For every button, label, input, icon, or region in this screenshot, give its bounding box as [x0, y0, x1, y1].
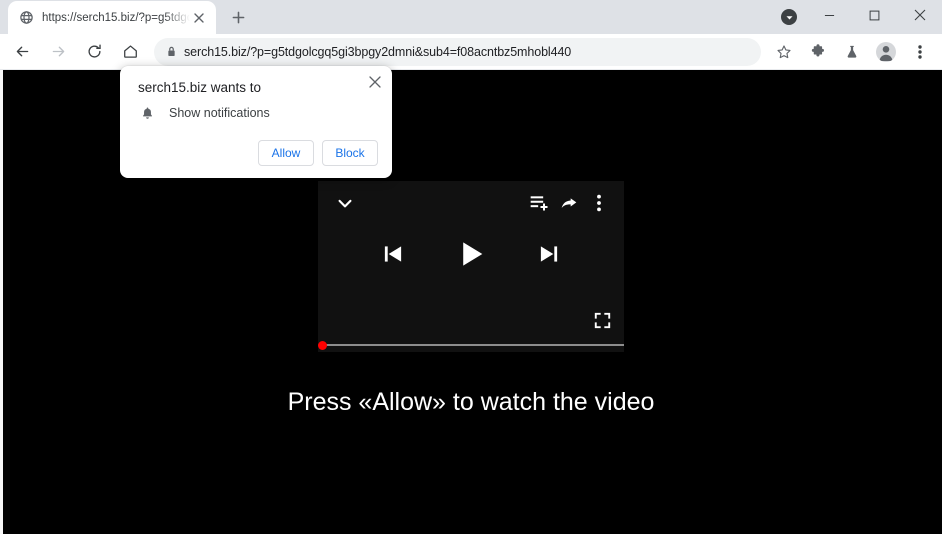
progress-thumb[interactable] — [318, 340, 327, 350]
three-dot-menu-icon[interactable] — [584, 188, 614, 218]
dialog-actions: Allow Block — [258, 140, 378, 166]
back-arrow-icon[interactable] — [8, 38, 36, 66]
video-player[interactable] — [318, 181, 624, 352]
browser-window: https://serch15.biz/?p=g5tdgolc serch15.… — [0, 0, 942, 534]
flask-icon[interactable] — [838, 38, 866, 66]
window-controls — [807, 0, 942, 34]
new-tab-button[interactable] — [224, 3, 252, 31]
reload-icon[interactable] — [80, 38, 108, 66]
notification-permission-dialog: serch15.biz wants to Show notifications … — [120, 66, 392, 178]
forward-arrow-icon — [44, 38, 72, 66]
page-left-edge — [0, 70, 3, 534]
skip-previous-icon[interactable] — [380, 241, 406, 267]
play-icon[interactable] — [454, 237, 488, 271]
progress-track[interactable] — [322, 344, 624, 346]
player-controls — [318, 237, 624, 271]
dialog-title: serch15.biz wants to — [138, 80, 262, 95]
allow-button[interactable]: Allow — [258, 140, 314, 166]
bell-icon — [138, 104, 156, 122]
player-top-bar — [318, 181, 624, 225]
add-to-queue-icon[interactable] — [524, 188, 554, 218]
progress-bar[interactable] — [318, 338, 624, 352]
url-text[interactable]: serch15.biz/?p=g5tdgolcgq5gi3bpgy2dmni&s… — [184, 45, 753, 59]
block-button[interactable]: Block — [322, 140, 378, 166]
avatar-icon[interactable] — [872, 38, 900, 66]
tab-strip: https://serch15.biz/?p=g5tdgolc — [0, 0, 942, 34]
star-icon[interactable] — [770, 38, 798, 66]
fullscreen-icon[interactable] — [592, 310, 612, 330]
permission-row: Show notifications — [138, 104, 270, 122]
skip-next-icon[interactable] — [536, 241, 562, 267]
close-icon[interactable] — [897, 0, 942, 30]
close-icon[interactable] — [365, 72, 385, 92]
permission-label: Show notifications — [169, 106, 270, 120]
globe-icon — [18, 10, 34, 26]
puzzle-piece-icon[interactable] — [804, 38, 832, 66]
address-bar[interactable]: serch15.biz/?p=g5tdgolcgq5gi3bpgy2dmni&s… — [154, 37, 761, 66]
three-dot-menu-icon[interactable] — [906, 38, 934, 66]
maximize-icon[interactable] — [852, 0, 897, 30]
home-icon[interactable] — [116, 38, 144, 66]
page-headline: Press «Allow» to watch the video — [287, 388, 655, 416]
close-icon[interactable] — [190, 9, 208, 27]
chevron-down-icon[interactable] — [330, 188, 360, 218]
share-arrow-icon[interactable] — [554, 188, 584, 218]
lock-icon[interactable] — [158, 42, 184, 62]
download-arrow-icon[interactable] — [781, 9, 797, 25]
tab-title: https://serch15.biz/?p=g5tdgolc — [42, 11, 190, 24]
browser-toolbar: serch15.biz/?p=g5tdgolcgq5gi3bpgy2dmni&s… — [0, 34, 942, 70]
minimize-icon[interactable] — [807, 0, 852, 30]
browser-tab[interactable]: https://serch15.biz/?p=g5tdgolc — [8, 1, 216, 34]
